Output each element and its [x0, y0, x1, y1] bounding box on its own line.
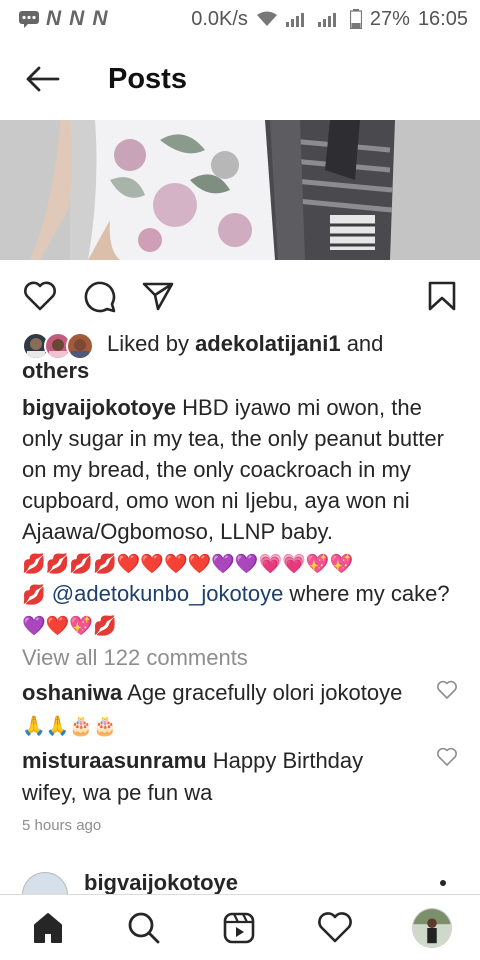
post-image[interactable]	[0, 120, 480, 260]
tab-home[interactable]	[29, 909, 67, 947]
likes-prefix: Liked by	[107, 331, 196, 356]
comment-username[interactable]: misturaasunramu	[22, 748, 207, 773]
comment-icon	[84, 281, 116, 313]
heart-icon	[24, 281, 56, 311]
view-all-comments-link[interactable]: View all 122 comments	[22, 645, 248, 671]
network-label-2: N	[69, 7, 87, 30]
top-app-bar: Posts	[0, 38, 480, 120]
comment-like-heart-icon[interactable]	[436, 746, 458, 768]
share-button[interactable]	[136, 274, 180, 318]
tab-reels[interactable]	[220, 909, 258, 947]
caption-emojis-1: 💋💋💋💋❤️❤️❤️❤️💜💜💗💗💖💖	[22, 554, 354, 575]
comment-username[interactable]: oshaniwa	[22, 680, 122, 705]
avatar	[66, 332, 94, 360]
battery-icon	[349, 9, 362, 29]
save-button[interactable]	[420, 274, 464, 318]
liker-username[interactable]: adekolatijani1	[195, 331, 341, 356]
bookmark-icon	[428, 281, 456, 311]
likes-others[interactable]: others	[22, 357, 462, 384]
comment-emojis: 🙏🙏🎂🎂	[22, 716, 117, 737]
avatar[interactable]	[22, 872, 68, 894]
network-label-3: N	[92, 7, 110, 30]
comment-item: oshaniwa Age gracefully olori jokotoye 🙏…	[22, 677, 422, 741]
caption-username[interactable]: bigvaijokotoye	[22, 395, 176, 420]
comment-button[interactable]	[78, 274, 122, 318]
battery-level: 27%	[369, 7, 410, 30]
signal-icon	[285, 13, 304, 27]
caption-emojis-3: 💜❤️💖💋	[22, 616, 117, 637]
reels-icon	[223, 912, 255, 944]
status-bar: N N N 0.0K/s 27% 16:05	[0, 0, 480, 38]
likes-summary[interactable]: Liked by adekolatijani1 and others	[22, 330, 462, 384]
profile-avatar	[413, 909, 451, 947]
next-post-header: bigvaijokotoye	[0, 866, 480, 894]
tab-profile[interactable]	[412, 908, 452, 948]
search-icon	[128, 912, 160, 944]
wifi-icon	[256, 11, 277, 26]
back-button[interactable]	[0, 38, 84, 120]
comment-item: misturaasunramu Happy Birthday wifey, wa…	[22, 745, 422, 809]
like-button[interactable]	[18, 274, 62, 318]
home-icon	[34, 913, 62, 943]
message-icon	[19, 11, 39, 28]
comment-text: Age gracefully olori jokotoye	[122, 680, 403, 705]
signal-icon-2	[317, 13, 336, 27]
comment-like-heart-icon[interactable]	[436, 679, 458, 701]
status-right: 0.0K/s 27% 16:05	[191, 8, 468, 31]
caption-after-mention: where my cake?	[283, 581, 450, 606]
likes-and: and	[340, 331, 384, 356]
share-icon	[142, 282, 174, 311]
post-timestamp: 5 hours ago	[22, 817, 102, 834]
post-photo-illustration	[0, 120, 480, 260]
page-title: Posts	[108, 62, 187, 95]
more-options-icon[interactable]	[440, 880, 446, 886]
network-label-1: N	[46, 7, 64, 30]
clock: 16:05	[417, 7, 468, 30]
back-arrow-icon	[26, 66, 60, 92]
status-left: N N N	[18, 7, 110, 31]
post-caption: bigvaijokotoye HBD iyawo mi owon, the on…	[22, 392, 462, 640]
activity-heart-icon	[318, 912, 352, 943]
liker-avatars	[22, 332, 96, 360]
next-post-username[interactable]: bigvaijokotoye	[84, 870, 238, 894]
post-actions	[0, 270, 480, 320]
tab-activity[interactable]	[316, 909, 354, 947]
caption-mention[interactable]: @adetokunbo_jokotoye	[52, 581, 284, 606]
caption-emojis-2: 💋	[22, 585, 46, 606]
bottom-tab-bar	[0, 894, 480, 960]
network-speed: 0.0K/s	[191, 7, 248, 30]
tab-search[interactable]	[125, 909, 163, 947]
